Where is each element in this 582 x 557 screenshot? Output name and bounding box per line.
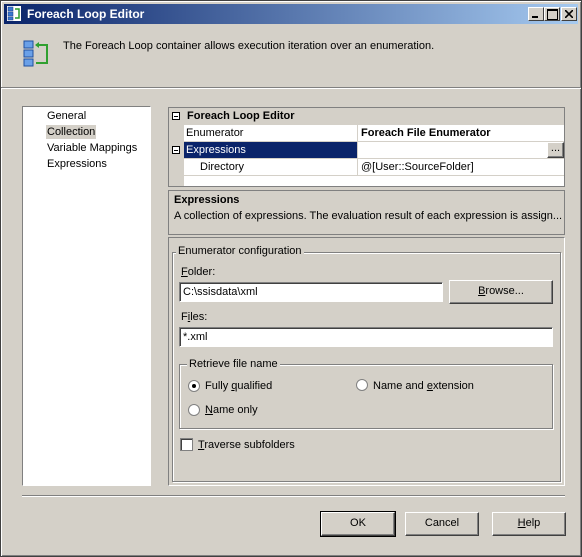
nav-item-collection[interactable]: Collection	[46, 125, 97, 139]
fully-qualified-label: Fully qualified	[205, 380, 273, 392]
property-grid: Foreach Loop Editor Enumerator Foreach F…	[168, 107, 565, 187]
description-text: A collection of expressions. The evaluat…	[174, 210, 563, 222]
files-input[interactable]: *.xml	[179, 327, 553, 347]
maximize-icon	[547, 9, 558, 20]
property-description-pane: Expressions A collection of expressions.…	[168, 190, 565, 235]
collapse-icon[interactable]	[172, 112, 180, 120]
traverse-subfolders-label: Traverse subfolders	[198, 439, 295, 451]
grid-category-label: Foreach Loop Editor	[187, 110, 295, 122]
enumerator-value[interactable]: Foreach File Enumerator	[361, 127, 491, 139]
enumerator-configuration-panel: Enumerator configuration Folder: C:\ssis…	[168, 237, 565, 486]
enumerator-configuration-legend: Enumerator configuration	[176, 245, 304, 257]
title-bar[interactable]: Foreach Loop Editor	[4, 4, 578, 24]
retrieve-file-name-group	[179, 364, 553, 429]
folder-input[interactable]: C:\ssisdata\xml	[179, 282, 443, 302]
grid-category-row[interactable]: Foreach Loop Editor	[169, 108, 564, 125]
foreach-loop-editor-window: Foreach Loop Editor The Foreach Loop con…	[0, 0, 582, 557]
maximize-button[interactable]	[544, 7, 560, 21]
window-title: Foreach Loop Editor	[27, 7, 145, 21]
grid-row-directory[interactable]: Directory @[User::SourceFolder]	[169, 159, 564, 176]
name-only-label: Name only	[205, 404, 258, 416]
folder-label: Folder:	[181, 266, 216, 278]
traverse-subfolders-checkbox[interactable]	[180, 438, 193, 451]
nav-item-general[interactable]: General	[46, 109, 87, 123]
minimize-button[interactable]	[528, 7, 544, 21]
retrieve-file-name-legend: Retrieve file name	[187, 358, 280, 370]
close-icon	[565, 10, 573, 18]
collapse-icon[interactable]	[172, 146, 180, 154]
cancel-button[interactable]: Cancel	[405, 512, 479, 536]
grid-row-enumerator[interactable]: Enumerator Foreach File Enumerator	[169, 125, 564, 142]
name-only-radio[interactable]	[188, 404, 200, 416]
help-button[interactable]: Help	[492, 512, 566, 536]
enumerator-name: Enumerator	[186, 127, 244, 139]
header-description: The Foreach Loop container allows execut…	[63, 40, 435, 52]
name-and-extension-radio[interactable]	[356, 379, 368, 391]
page-list: General Collection Variable Mappings Exp…	[22, 106, 151, 486]
nav-item-expressions[interactable]: Expressions	[46, 157, 108, 171]
fully-qualified-radio[interactable]	[188, 380, 200, 392]
browse-button[interactable]: Browse...	[449, 280, 553, 304]
foreach-container-icon	[23, 40, 48, 67]
footer-divider	[22, 495, 565, 497]
nav-item-variable-mappings[interactable]: Variable Mappings	[46, 141, 138, 155]
header-divider	[1, 87, 581, 89]
grid-row-expressions[interactable]: Expressions ...	[169, 142, 564, 159]
name-and-extension-label: Name and extension	[373, 380, 474, 392]
directory-value[interactable]: @[User::SourceFolder]	[361, 161, 474, 173]
description-title: Expressions	[174, 194, 240, 206]
close-button[interactable]	[561, 7, 577, 21]
foreach-loop-icon	[7, 6, 21, 21]
minimize-icon	[532, 16, 538, 18]
files-label: Files:	[181, 311, 208, 323]
directory-name: Directory	[200, 161, 245, 173]
expressions-ellipsis-button[interactable]: ...	[547, 142, 564, 158]
expressions-name: Expressions	[186, 144, 246, 156]
ok-button[interactable]: OK	[320, 511, 396, 537]
